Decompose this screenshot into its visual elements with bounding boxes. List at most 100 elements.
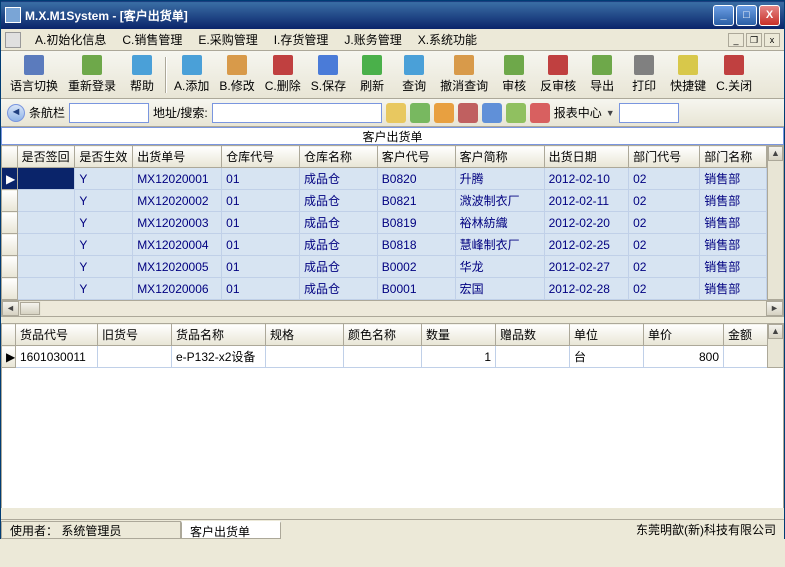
master-vscrollbar[interactable]: ▲ [767,145,784,300]
report-center-label[interactable]: 报表中心 [554,104,602,121]
close-button[interactable]: X [759,5,780,26]
cell-whc[interactable]: 01 [222,212,300,234]
cell-whn[interactable]: 成品仓 [299,190,377,212]
cell-effect[interactable]: Y [75,212,133,234]
col-header[interactable]: 部门名称 [700,146,767,168]
cell-cc[interactable]: B0001 [377,278,455,300]
col-header[interactable]: 客户简称 [455,146,544,168]
cell-dc[interactable]: 02 [629,256,700,278]
table-row[interactable]: YMX1202000301成品仓B0819裕林紡織2012-02-2002销售部 [2,212,767,234]
col-header[interactable]: 客户代号 [377,146,455,168]
menu-item-3[interactable]: I.存货管理 [266,29,337,50]
cell-code[interactable]: 1601030011 [16,346,98,368]
table-row[interactable]: YMX1202000601成品仓B0001宏国2012-02-2802销售部 [2,278,767,300]
cell-color[interactable] [344,346,422,368]
cell-whc[interactable]: 01 [222,256,300,278]
cell-whc[interactable]: 01 [222,234,300,256]
cell-effect[interactable]: Y [75,256,133,278]
minimize-button[interactable]: _ [713,5,734,26]
menu-item-0[interactable]: A.初始化信息 [27,29,114,50]
dropdown-icon[interactable]: ▼ [606,108,615,118]
cell-signed[interactable] [17,256,75,278]
cell-dn[interactable]: 销售部 [700,190,767,212]
cell-price[interactable]: 800 [644,346,724,368]
cell-dc[interactable]: 02 [629,278,700,300]
cell-dc[interactable]: 02 [629,168,700,190]
detail-grid[interactable]: 货品代号旧货号货品名称规格颜色名称数量赠品数单位单价金额▶1601030011e… [1,323,767,368]
cell-name[interactable]: e-P132-x2设备 [172,346,266,368]
maximize-button[interactable]: □ [736,5,757,26]
cell-effect[interactable]: Y [75,234,133,256]
toolbar-icon-2[interactable] [410,103,430,123]
menu-item-5[interactable]: X.系统功能 [410,29,485,50]
cell-date[interactable]: 2012-02-20 [544,212,629,234]
master-grid[interactable]: 是否签回是否生效出货单号仓库代号仓库名称客户代号客户简称出货日期部门代号部门名称… [1,145,767,300]
cell-whn[interactable]: 成品仓 [299,256,377,278]
col-header[interactable]: 部门代号 [629,146,700,168]
cell-cn[interactable]: 裕林紡織 [455,212,544,234]
col-header[interactable]: 单价 [644,324,724,346]
cell-cc[interactable]: B0002 [377,256,455,278]
cell-date[interactable]: 2012-02-25 [544,234,629,256]
cell-date[interactable]: 2012-02-10 [544,168,629,190]
menu-item-4[interactable]: J.账务管理 [336,29,409,50]
cell-cn[interactable]: 升腾 [455,168,544,190]
cell-dc[interactable]: 02 [629,212,700,234]
col-header[interactable]: 是否生效 [75,146,133,168]
cell-cn[interactable]: 慧峰制衣厂 [455,234,544,256]
toolbar-导出[interactable]: 导出 [581,53,623,96]
toolbar-撤消查询[interactable]: 撤消查询 [435,53,493,96]
col-header[interactable]: 出货单号 [133,146,222,168]
cell-date[interactable]: 2012-02-27 [544,256,629,278]
cell-no[interactable]: MX12020003 [133,212,222,234]
col-header[interactable]: 颜色名称 [344,324,422,346]
cell-cc[interactable]: B0819 [377,212,455,234]
cell-date[interactable]: 2012-02-28 [544,278,629,300]
col-header[interactable]: 数量 [422,324,496,346]
cell-cc[interactable]: B0820 [377,168,455,190]
master-hscrollbar[interactable]: ◄► [1,300,784,317]
toolbar-A.添加[interactable]: A.添加 [169,53,214,96]
cell-dn[interactable]: 销售部 [700,256,767,278]
toolbar-语言切换[interactable]: 语言切换 [5,53,63,96]
col-header[interactable]: 仓库名称 [299,146,377,168]
toolbar-icon-5[interactable] [482,103,502,123]
cell-signed[interactable] [17,234,75,256]
nav-back-button[interactable]: ◄ [7,104,25,122]
cell-signed[interactable] [17,212,75,234]
toolbar-打印[interactable]: 打印 [623,53,665,96]
cell-whn[interactable]: 成品仓 [299,168,377,190]
table-row[interactable]: YMX1202000201成品仓B0821溦波制衣厂2012-02-1102销售… [2,190,767,212]
cell-whn[interactable]: 成品仓 [299,234,377,256]
cell-whc[interactable]: 01 [222,190,300,212]
toolbar-刷新[interactable]: 刷新 [351,53,393,96]
cell-whn[interactable]: 成品仓 [299,212,377,234]
cell-no[interactable]: MX12020001 [133,168,222,190]
toolbar-查询[interactable]: 查询 [393,53,435,96]
toolbar-重新登录[interactable]: 重新登录 [63,53,121,96]
menu-item-1[interactable]: C.销售管理 [114,29,190,50]
cell-signed[interactable] [17,168,75,190]
cell-no[interactable]: MX12020004 [133,234,222,256]
cell-qty[interactable]: 1 [422,346,496,368]
cell-effect[interactable]: Y [75,168,133,190]
cell-dn[interactable]: 销售部 [700,278,767,300]
cell-unit[interactable]: 台 [570,346,644,368]
cell-effect[interactable]: Y [75,190,133,212]
cell-effect[interactable]: Y [75,278,133,300]
cell-old[interactable] [98,346,172,368]
col-header[interactable]: 货品名称 [172,324,266,346]
toolbar-B.修改[interactable]: B.修改 [214,53,259,96]
nav-input[interactable] [69,103,149,123]
toolbar-icon-6[interactable] [506,103,526,123]
cell-dc[interactable]: 02 [629,234,700,256]
table-row[interactable]: ▶YMX1202000101成品仓B0820升腾2012-02-1002销售部 [2,168,767,190]
col-header[interactable]: 规格 [266,324,344,346]
toolbar-S.保存[interactable]: S.保存 [306,53,351,96]
cell-spec[interactable] [266,346,344,368]
status-tab[interactable]: 客户出货单 [181,521,281,539]
toolbar-icon-3[interactable] [434,103,454,123]
mdi-restore-button[interactable]: ❐ [746,33,762,47]
col-header[interactable]: 赠品数 [496,324,570,346]
cell-amt[interactable] [724,346,768,368]
